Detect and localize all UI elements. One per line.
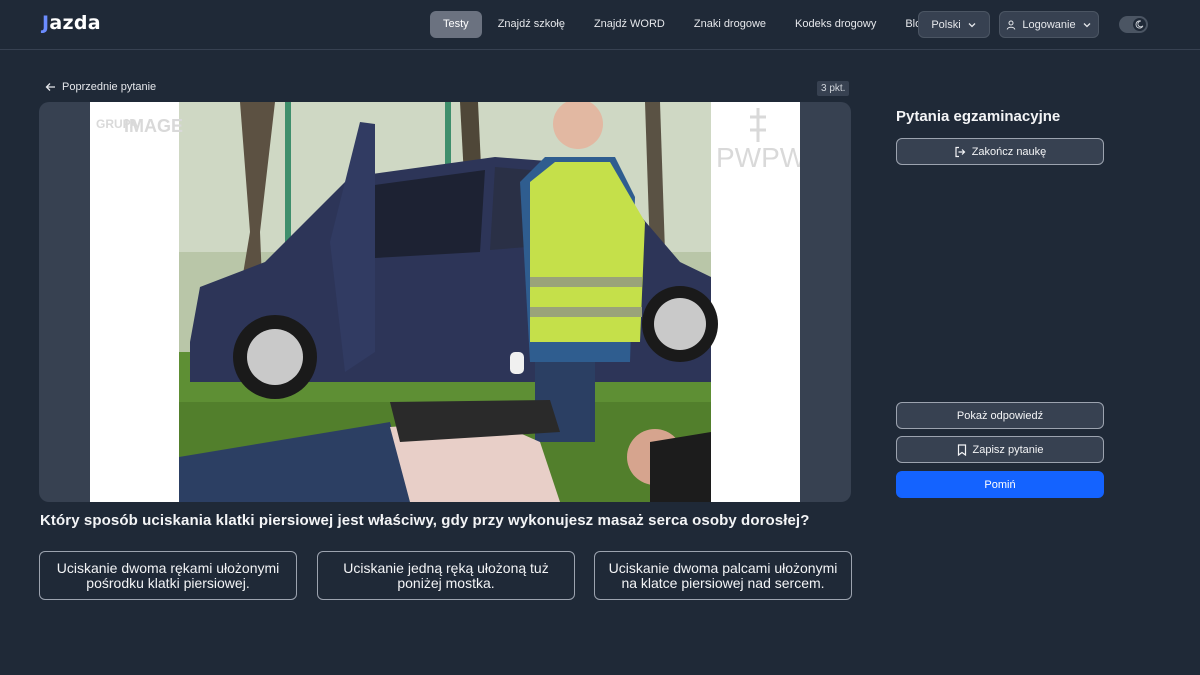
points-badge: 3 pkt. xyxy=(817,81,850,96)
finish-learning-label: Zakończ naukę xyxy=(971,145,1047,158)
finish-learning-button[interactable]: Zakończ naukę xyxy=(896,138,1104,165)
save-question-label: Zapisz pytanie xyxy=(972,443,1044,456)
show-answer-button[interactable]: Pokaż odpowiedź xyxy=(896,402,1104,429)
arrow-left-icon xyxy=(45,83,55,91)
language-select[interactable]: Polski xyxy=(918,11,990,38)
nav-traffic-code[interactable]: Kodeks drogowy xyxy=(782,11,889,38)
answer-option-1[interactable]: Uciskanie dwoma rękami ułożonymi pośrodk… xyxy=(39,551,297,600)
chevron-down-icon xyxy=(968,22,976,27)
logout-icon xyxy=(955,146,966,157)
login-button[interactable]: Logowanie xyxy=(999,11,1099,38)
watermark-right: PWPW xyxy=(716,142,800,173)
question-media: GRUPA IMAGE PWPW xyxy=(39,102,851,502)
sidebar-title: Pytania egzaminacyjne xyxy=(896,108,1061,125)
bookmark-icon xyxy=(957,443,966,456)
nav-find-word[interactable]: Znajdź WORD xyxy=(581,11,678,38)
moon-icon xyxy=(1135,20,1144,29)
logo-text: azda xyxy=(49,12,101,34)
theme-toggle[interactable] xyxy=(1119,16,1148,33)
save-question-button[interactable]: Zapisz pytanie xyxy=(896,436,1104,463)
previous-question-label: Poprzednie pytanie xyxy=(62,81,157,93)
show-answer-label: Pokaż odpowiedź xyxy=(956,409,1044,422)
language-label: Polski xyxy=(931,18,961,31)
chevron-down-icon xyxy=(1083,22,1091,27)
login-label: Logowanie xyxy=(1022,18,1076,31)
answer-option-3[interactable]: Uciskanie dwoma palcami ułożonymi na kla… xyxy=(594,551,852,600)
user-icon xyxy=(1007,20,1016,30)
main-nav: Testy Znajdź szkołę Znajdź WORD Znaki dr… xyxy=(430,11,943,38)
question-text: Który sposób uciskania klatki piersiowej… xyxy=(40,512,810,529)
previous-question-link[interactable]: Poprzednie pytanie xyxy=(45,81,156,93)
logo[interactable]: Jazda xyxy=(42,12,101,34)
nav-road-signs[interactable]: Znaki drogowe xyxy=(681,11,779,38)
question-image: GRUPA IMAGE PWPW xyxy=(90,102,800,502)
answer-option-2[interactable]: Uciskanie jedną ręką ułożoną tuż poniżej… xyxy=(317,551,575,600)
toggle-knob xyxy=(1133,18,1146,31)
top-header: Jazda Testy Znajdź szkołę Znajdź WORD Zn… xyxy=(0,0,1200,50)
nav-find-school[interactable]: Znajdź szkołę xyxy=(485,11,578,38)
skip-label: Pomiń xyxy=(984,478,1016,491)
skip-button[interactable]: Pomiń xyxy=(896,471,1104,498)
watermark-left-bottom: IMAGE xyxy=(124,116,183,136)
nav-testy[interactable]: Testy xyxy=(430,11,482,38)
